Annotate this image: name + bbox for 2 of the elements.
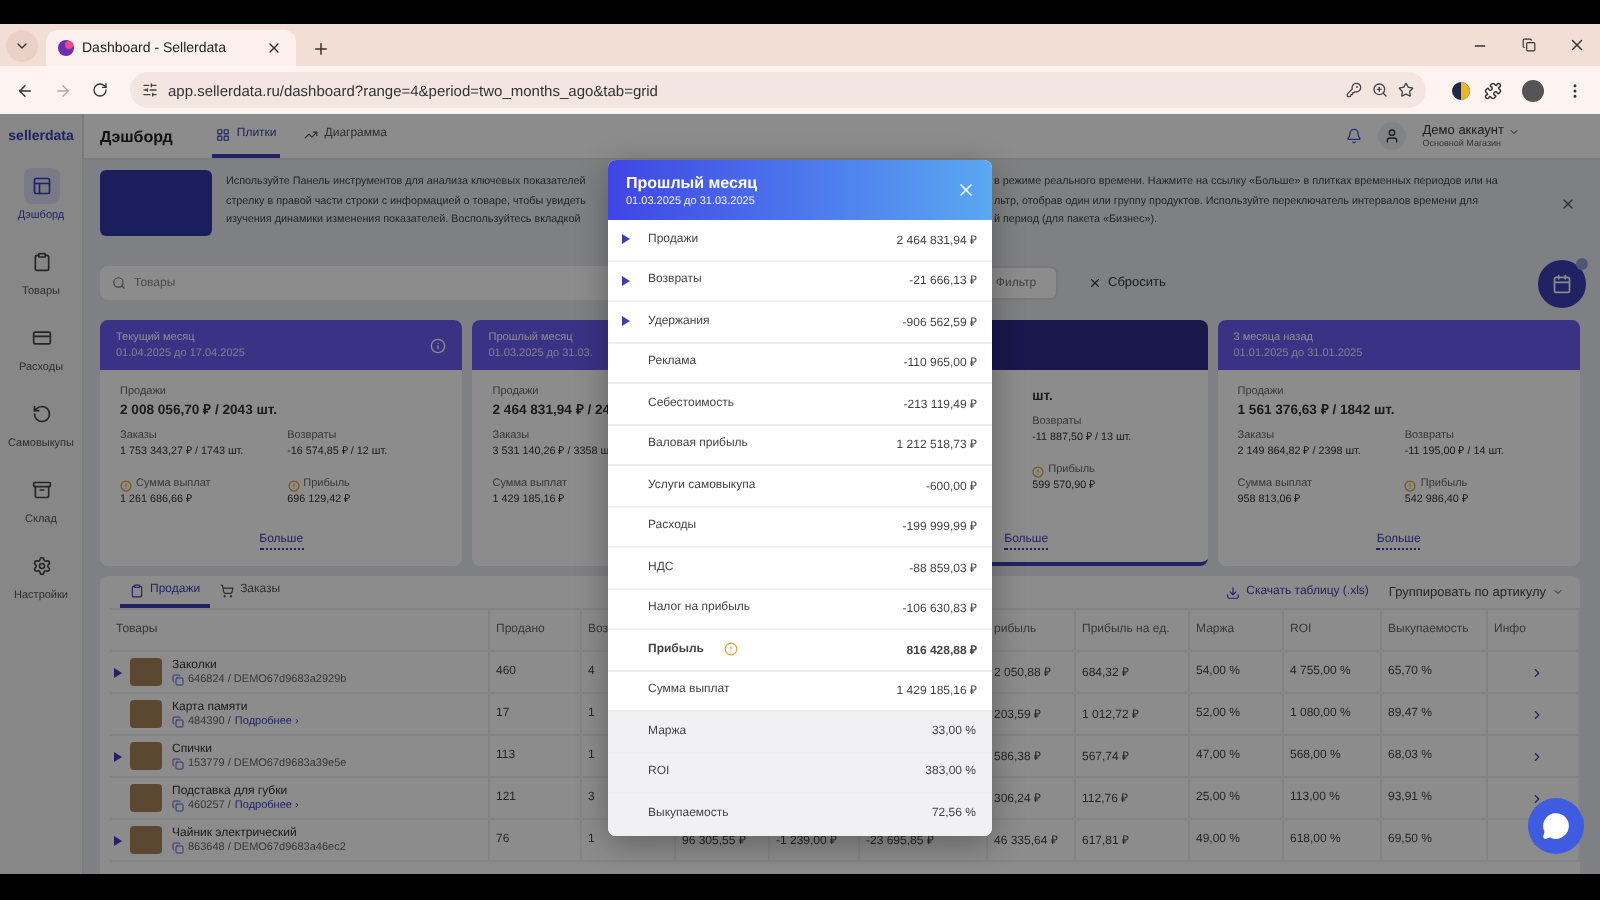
page-title: Дэшборд bbox=[100, 127, 173, 145]
dialog-title: Прошлый месяц bbox=[626, 173, 758, 191]
